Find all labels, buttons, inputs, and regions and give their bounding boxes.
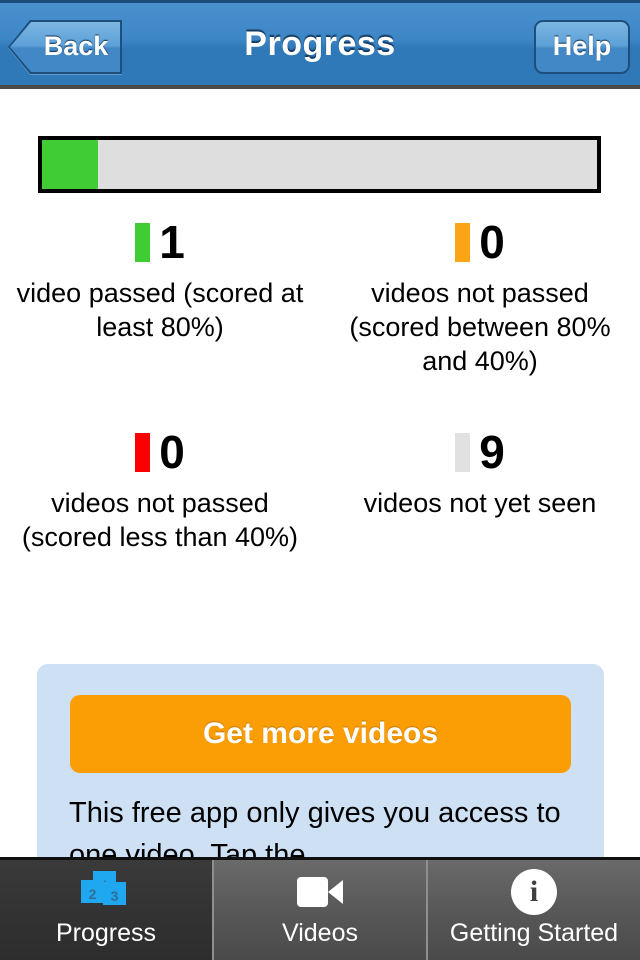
stacked-cards-icon: 1 2 3: [81, 871, 131, 913]
progress-bar: [38, 136, 601, 193]
stat-not-passed-low-count: 0: [159, 426, 185, 478]
stacked-cards-icon-card-2: 2: [81, 880, 104, 903]
promo-panel: Get more videos This free app only gives…: [37, 664, 604, 884]
stat-passed-label: video passed (scored at least 80%): [16, 278, 304, 342]
red-swatch: [135, 432, 151, 472]
gray-swatch: [455, 432, 471, 472]
help-button[interactable]: Help: [534, 20, 630, 74]
stat-not-passed-low: 0 videos not passed (scored less than 40…: [0, 424, 320, 554]
card-number-3: 3: [110, 888, 119, 904]
stat-not-passed-mid: 0 videos not passed (scored between 80% …: [320, 214, 640, 378]
green-swatch: [135, 222, 151, 262]
stat-not-seen: 9 videos not yet seen: [320, 424, 640, 554]
tab-videos[interactable]: Videos: [214, 860, 428, 960]
stat-not-passed-mid-count: 0: [479, 216, 505, 268]
info-circle-icon: i: [511, 869, 557, 915]
stat-not-passed-mid-label: videos not passed (scored between 80% an…: [349, 278, 611, 376]
stat-not-seen-label: videos not yet seen: [363, 488, 597, 518]
navigation-bar: Progress Back Help: [0, 0, 640, 89]
video-camera-icon-body: [297, 877, 328, 907]
back-button[interactable]: Back: [8, 20, 122, 74]
back-button-label: Back: [43, 31, 109, 61]
stats-grid: 1 video passed (scored at least 80%) 0 v…: [0, 214, 640, 554]
card-number-2: 2: [88, 886, 97, 902]
stat-not-seen-head: 9: [334, 424, 626, 480]
stats-row-bottom: 0 videos not passed (scored less than 40…: [0, 424, 640, 554]
stat-passed: 1 video passed (scored at least 80%): [0, 214, 320, 378]
stacked-cards-icon-card-3: 3: [103, 882, 126, 905]
tab-progress-icon-wrap: 1 2 3: [0, 860, 212, 916]
tab-videos-icon-wrap: [214, 860, 426, 916]
tab-videos-label: Videos: [282, 919, 358, 947]
stat-passed-head: 1: [14, 214, 306, 270]
tab-getting-started-label: Getting Started: [449, 919, 619, 947]
tab-getting-started-icon-wrap: i: [428, 860, 640, 916]
orange-swatch: [455, 222, 471, 262]
stat-passed-count: 1: [159, 216, 185, 268]
video-camera-icon-lens: [328, 880, 343, 904]
tab-progress[interactable]: 1 2 3 Progress: [0, 860, 214, 960]
tab-getting-started[interactable]: i Getting Started: [428, 860, 640, 960]
stat-not-passed-mid-head: 0: [334, 214, 626, 270]
stat-not-passed-low-label: videos not passed (scored less than 40%): [21, 488, 299, 552]
progress-bar-fill: [42, 140, 98, 189]
tab-bar: 1 2 3 Progress Videos: [0, 857, 640, 960]
get-more-videos-button[interactable]: Get more videos: [70, 695, 571, 773]
stat-not-passed-low-head: 0: [14, 424, 306, 480]
stat-not-seen-count: 9: [479, 426, 505, 478]
stats-row-top: 1 video passed (scored at least 80%) 0 v…: [0, 214, 640, 378]
video-camera-icon: [297, 877, 343, 907]
tab-progress-label: Progress: [55, 919, 157, 947]
content-area: 1 video passed (scored at least 80%) 0 v…: [0, 89, 640, 960]
app-screen: Progress Back Help 1 video passed (score…: [0, 0, 640, 960]
